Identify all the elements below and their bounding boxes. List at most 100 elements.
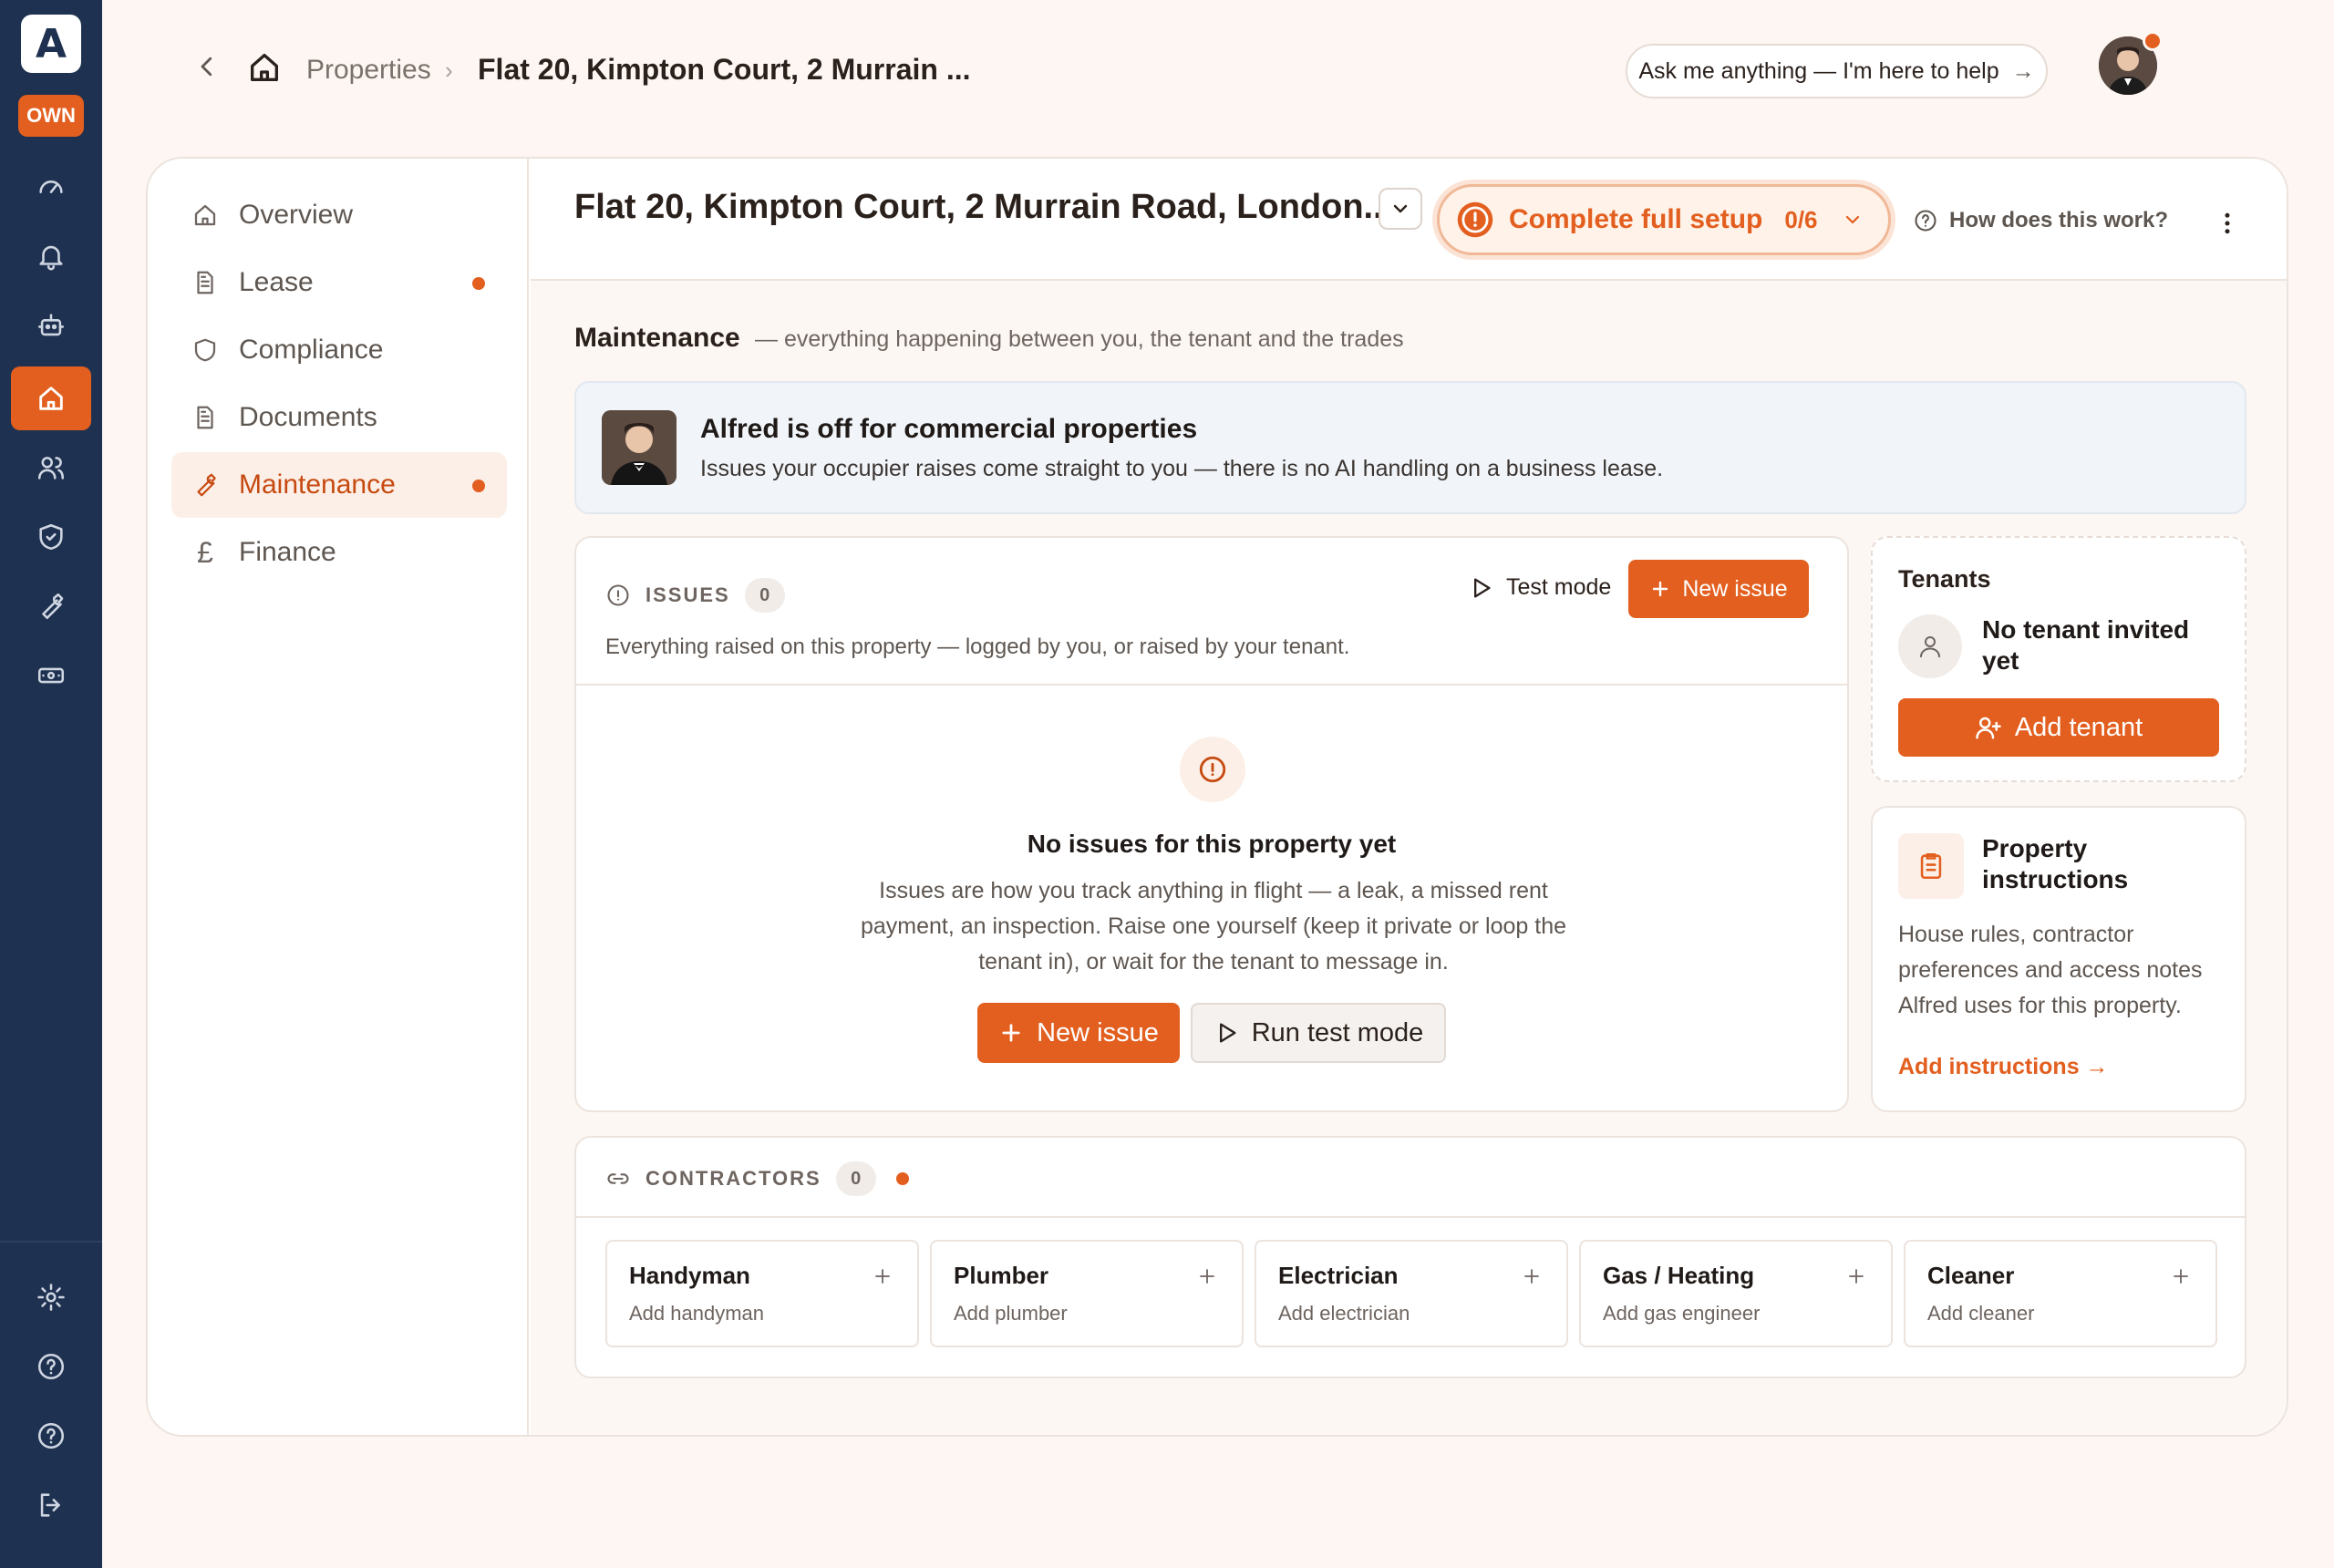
- empty-state-body: Issues are how you track anything in fli…: [860, 878, 1567, 975]
- user-icon: [1920, 636, 1940, 658]
- plus-icon[interactable]: [1196, 1265, 1218, 1287]
- rail-logout[interactable]: [11, 1473, 91, 1537]
- play-icon: [1474, 578, 1491, 597]
- new-issue-label: New issue: [1682, 575, 1788, 602]
- wrench-icon: [197, 473, 216, 497]
- trade-card-plumber[interactable]: Plumber Add plumber: [930, 1240, 1244, 1347]
- divider: [576, 1216, 2245, 1218]
- alfred-avatar: [602, 410, 676, 485]
- sidebar-item-label: Overview: [239, 200, 354, 230]
- alert-circle-icon: [1457, 201, 1493, 238]
- sidebar-item-lease[interactable]: Lease: [171, 250, 507, 315]
- issues-description: Everything raised on this property — log…: [605, 634, 1350, 659]
- chevron-left-icon: [201, 57, 212, 77]
- trade-action: Add electrician: [1278, 1302, 1410, 1325]
- instructions-title: Property instructions: [1982, 834, 2129, 893]
- rail-finance[interactable]: [11, 644, 91, 707]
- ask-assistant-button[interactable]: Ask me anything — I'm here to help →: [1626, 44, 2048, 98]
- issues-panel: ISSUES 0 Test mode New issue Everything …: [574, 536, 1849, 1112]
- trade-action: Add handyman: [629, 1302, 764, 1325]
- section-subtitle: — everything happening between you, the …: [755, 326, 1404, 352]
- link-icon: [607, 1173, 629, 1184]
- plus-icon[interactable]: [2170, 1265, 2192, 1287]
- rail-settings[interactable]: [11, 1265, 91, 1329]
- trade-name: Cleaner: [1927, 1262, 2015, 1289]
- document-icon: [197, 406, 213, 429]
- sidebar-item-label: Finance: [239, 537, 336, 567]
- divider: [576, 684, 1847, 686]
- issues-heading: ISSUES: [645, 583, 730, 606]
- new-issue-button[interactable]: New issue: [1628, 560, 1809, 618]
- clipboard-icon-wrap: [1898, 833, 1964, 899]
- property-switcher-button[interactable]: [1379, 188, 1422, 230]
- issues-count: 0: [744, 578, 785, 613]
- run-test-mode-label: Run test mode: [1251, 1017, 1424, 1047]
- rail-compliance[interactable]: [11, 505, 91, 569]
- breadcrumb-properties[interactable]: Properties: [306, 55, 431, 86]
- rail-help[interactable]: [11, 1335, 91, 1398]
- rail-people[interactable]: [11, 436, 91, 500]
- more-options-button[interactable]: [2214, 210, 2241, 237]
- add-tenant-button[interactable]: Add tenant: [1898, 698, 2219, 757]
- trade-card-handyman[interactable]: Handyman Add handyman: [605, 1240, 919, 1347]
- tenants-panel: Tenants No tenant invited yet Add tenant: [1871, 536, 2246, 782]
- sidebar-item-documents[interactable]: Documents: [171, 385, 507, 450]
- complete-setup-button[interactable]: Complete full setup 0/6: [1437, 184, 1891, 255]
- wrench-icon: [42, 593, 64, 620]
- setup-label: Complete full setup: [1509, 204, 1763, 234]
- instructions-body: House rules, contractor preferences and …: [1898, 922, 2203, 1018]
- own-badge: OWN: [18, 95, 84, 137]
- trade-card-electrician[interactable]: Electrician Add electrician: [1255, 1240, 1568, 1347]
- sidebar-item-label: Lease: [239, 267, 314, 297]
- plus-icon[interactable]: [1521, 1265, 1543, 1287]
- rail-properties[interactable]: [11, 366, 91, 430]
- rail-dashboard[interactable]: [11, 155, 91, 219]
- plus-icon[interactable]: [872, 1265, 893, 1287]
- rail-maintenance[interactable]: [11, 574, 91, 638]
- rail-assistant[interactable]: [11, 294, 91, 357]
- bell-icon: [39, 245, 63, 271]
- breadcrumb-home[interactable]: [246, 49, 283, 86]
- chevron-down-icon: [1393, 204, 1408, 213]
- back-button[interactable]: [193, 53, 221, 80]
- sidebar-item-finance[interactable]: £ Finance: [171, 520, 507, 585]
- add-instructions-link[interactable]: Add instructions →: [1898, 1054, 2109, 1080]
- rail-faq[interactable]: [11, 1404, 91, 1468]
- trade-name: Handyman: [629, 1262, 750, 1289]
- arrow-right-icon: →: [2011, 57, 2035, 84]
- property-instructions-panel: Property instructions House rules, contr…: [1871, 806, 2246, 1112]
- how-it-works-link[interactable]: How does this work?: [1913, 208, 2168, 233]
- test-mode-button[interactable]: Test mode: [1468, 574, 1611, 601]
- sidebar-item-overview[interactable]: Overview: [171, 182, 507, 248]
- breadcrumb-separator: ›: [445, 57, 453, 84]
- top-bar: Properties › Flat 20, Kimpton Court, 2 M…: [102, 0, 2334, 146]
- trade-card-gas-heating[interactable]: Gas / Heating Add gas engineer: [1579, 1240, 1893, 1347]
- sidebar-item-maintenance[interactable]: Maintenance: [171, 452, 507, 518]
- property-title: Flat 20, Kimpton Court, 2 Murrain Road, …: [574, 188, 1393, 226]
- main-panel: Flat 20, Kimpton Court, 2 Murrain Road, …: [531, 159, 2287, 1435]
- empty-new-issue-label: New issue: [1037, 1017, 1159, 1047]
- property-sidebar: Overview Lease Compliance Documents Main…: [148, 159, 529, 1435]
- plus-icon[interactable]: [1845, 1265, 1867, 1287]
- plus-icon: [1653, 581, 1668, 597]
- sidebar-item-compliance[interactable]: Compliance: [171, 317, 507, 383]
- alert-circle-icon: [1199, 756, 1226, 783]
- sidebar-item-label: Compliance: [239, 335, 384, 365]
- empty-state-title: No issues for this property yet: [1027, 830, 1397, 858]
- users-icon: [37, 457, 65, 480]
- property-header: Flat 20, Kimpton Court, 2 Murrain Road, …: [531, 159, 2287, 281]
- chevron-down-icon: [1845, 215, 1859, 224]
- empty-new-issue-button[interactable]: New issue: [977, 1003, 1180, 1063]
- ask-label: Ask me anything — I'm here to help: [1638, 57, 1999, 84]
- run-test-mode-button[interactable]: Run test mode: [1191, 1003, 1446, 1063]
- gear-icon: [37, 1284, 65, 1311]
- app-logo[interactable]: A: [21, 15, 81, 73]
- contractors-count: 0: [835, 1161, 876, 1196]
- user-plus-icon: [1976, 717, 2001, 739]
- trade-action: Add gas engineer: [1603, 1302, 1761, 1325]
- plus-icon: [1002, 1024, 1020, 1042]
- trade-card-cleaner[interactable]: Cleaner Add cleaner: [1904, 1240, 2217, 1347]
- rail-notifications[interactable]: [11, 224, 91, 288]
- trade-action: Add plumber: [954, 1302, 1068, 1325]
- empty-state-icon: [1180, 737, 1245, 802]
